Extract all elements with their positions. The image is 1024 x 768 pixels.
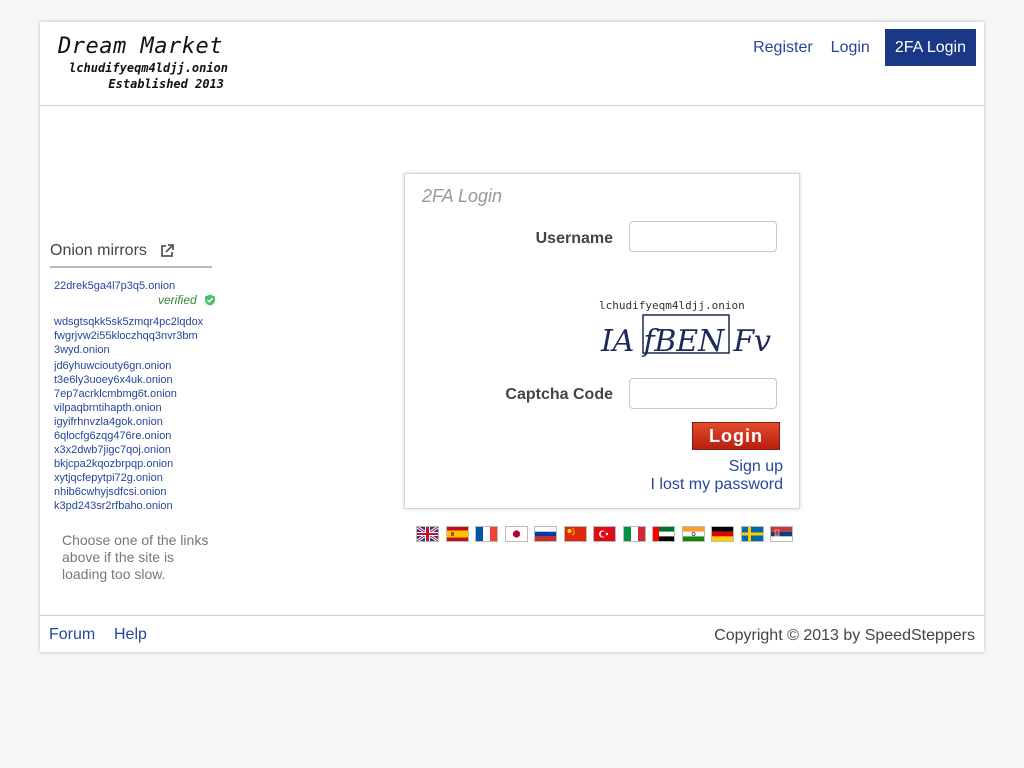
language-flags — [416, 526, 800, 542]
captcha-label: Captcha Code — [505, 386, 613, 403]
site-header: Dream Market lchudifyeqm4ldjj.onion Esta… — [40, 22, 984, 106]
sweden-flag-icon[interactable] — [740, 526, 764, 542]
mirror-link[interactable]: xytjqcfepytpi72g.onion — [54, 471, 222, 485]
spain-flag-icon[interactable] — [445, 526, 469, 542]
serbia-flag-icon[interactable] — [770, 526, 793, 542]
russia-flag-icon[interactable] — [534, 526, 557, 542]
nav-2fa-login[interactable]: 2FA Login — [884, 29, 976, 66]
mirror-link[interactable]: vilpaqbrntihapth.onion — [54, 401, 222, 415]
username-input[interactable] — [629, 221, 777, 252]
mirror-link[interactable]: t3e6ly3uoey6x4uk.onion — [54, 373, 222, 387]
page-container: Dream Market lchudifyeqm4ldjj.onion Esta… — [40, 22, 984, 652]
mirror-link[interactable]: bkjcpa2kqozbrpqp.onion — [54, 457, 222, 471]
panel-title: 2FA Login — [422, 186, 503, 206]
mirror-link[interactable]: 3wyd.onion — [54, 343, 222, 357]
logo-onion-address: lchudifyeqm4ldjj.onion — [69, 61, 228, 75]
japan-flag-icon[interactable] — [504, 526, 528, 542]
mirror-link[interactable]: 7ep7acrklcmbmg6t.onion — [54, 387, 222, 401]
mirror-link[interactable]: 22drek5ga4l7p3q5.onion — [54, 279, 222, 293]
mirror-link[interactable]: k3pd243sr2rfbaho.onion — [54, 499, 222, 513]
verified-label: verified — [158, 293, 197, 307]
captcha-onion-text: lchudifyeqm4ldjj.onion — [599, 299, 745, 312]
germany-flag-icon[interactable] — [711, 526, 734, 542]
mirror-link[interactable]: igyifrhnvzla4gok.onion — [54, 415, 222, 429]
uae-flag-icon[interactable] — [652, 526, 675, 542]
site-logo[interactable]: Dream Market lchudifyeqm4ldjj.onion Esta… — [58, 34, 228, 94]
india-flag-icon[interactable] — [681, 526, 705, 542]
captcha-input[interactable] — [629, 378, 777, 409]
username-label: Username — [535, 230, 613, 247]
footer-help-link[interactable]: Help — [114, 626, 147, 644]
mirror-link[interactable]: wdsgtsqkk5sk5zmqr4pc2lqdox — [54, 315, 222, 329]
footer-forum-link[interactable]: Forum — [49, 626, 95, 644]
logo-title: Dream Market — [58, 34, 223, 59]
mirror-link[interactable]: nhib6cwhyjsdfcsi.onion — [54, 485, 222, 499]
lost-password-link[interactable]: I lost my password — [651, 476, 783, 494]
captcha-image: lchudifyeqm4ldjj.onion IA fBEN Fv — [599, 299, 771, 357]
signup-link[interactable]: Sign up — [729, 458, 783, 476]
top-nav: Register Login 2FA Login — [744, 29, 976, 66]
france-flag-icon[interactable] — [475, 526, 498, 542]
nav-register[interactable]: Register — [744, 29, 822, 66]
login-panel: 2FA Login Username lchudifyeqm4ldjj.onio… — [404, 173, 800, 509]
copyright-text: Copyright © 2013 by SpeedSteppers — [714, 627, 975, 644]
logo-established: Established 2013 — [108, 77, 224, 91]
mirror-link[interactable]: 6qlocfg6zqg476re.onion — [54, 429, 222, 443]
mirror-link[interactable]: x3x2dwb7jigc7qoj.onion — [54, 443, 222, 457]
mirror-list: 22drek5ga4l7p3q5.onion wdsgtsqkk5sk5zmqr… — [54, 279, 224, 513]
verified-shield-icon — [205, 294, 215, 306]
mirror-link[interactable]: jd6yhuwciouty6gn.onion — [54, 359, 222, 373]
china-flag-icon[interactable] — [563, 526, 587, 542]
italy-flag-icon[interactable] — [622, 526, 646, 542]
onion-mirrors-title: Onion mirrors — [50, 242, 147, 259]
mirror-note: Choose one of the links above if the sit… — [62, 532, 209, 582]
captcha-distorted-text: IA fBEN Fv — [600, 324, 771, 357]
site-footer: Forum Help Copyright © 2013 by SpeedStep… — [40, 615, 984, 653]
nav-login[interactable]: Login — [822, 29, 879, 66]
login-button[interactable]: Login — [692, 422, 780, 450]
external-link-icon[interactable] — [160, 244, 174, 258]
uk-flag-icon[interactable] — [416, 526, 439, 542]
onion-mirrors-header: Onion mirrors — [50, 242, 212, 268]
turkey-flag-icon[interactable] — [593, 526, 616, 542]
mirror-link[interactable]: fwgrjvw2i55kloczhqq3nvr3bm — [54, 329, 222, 343]
